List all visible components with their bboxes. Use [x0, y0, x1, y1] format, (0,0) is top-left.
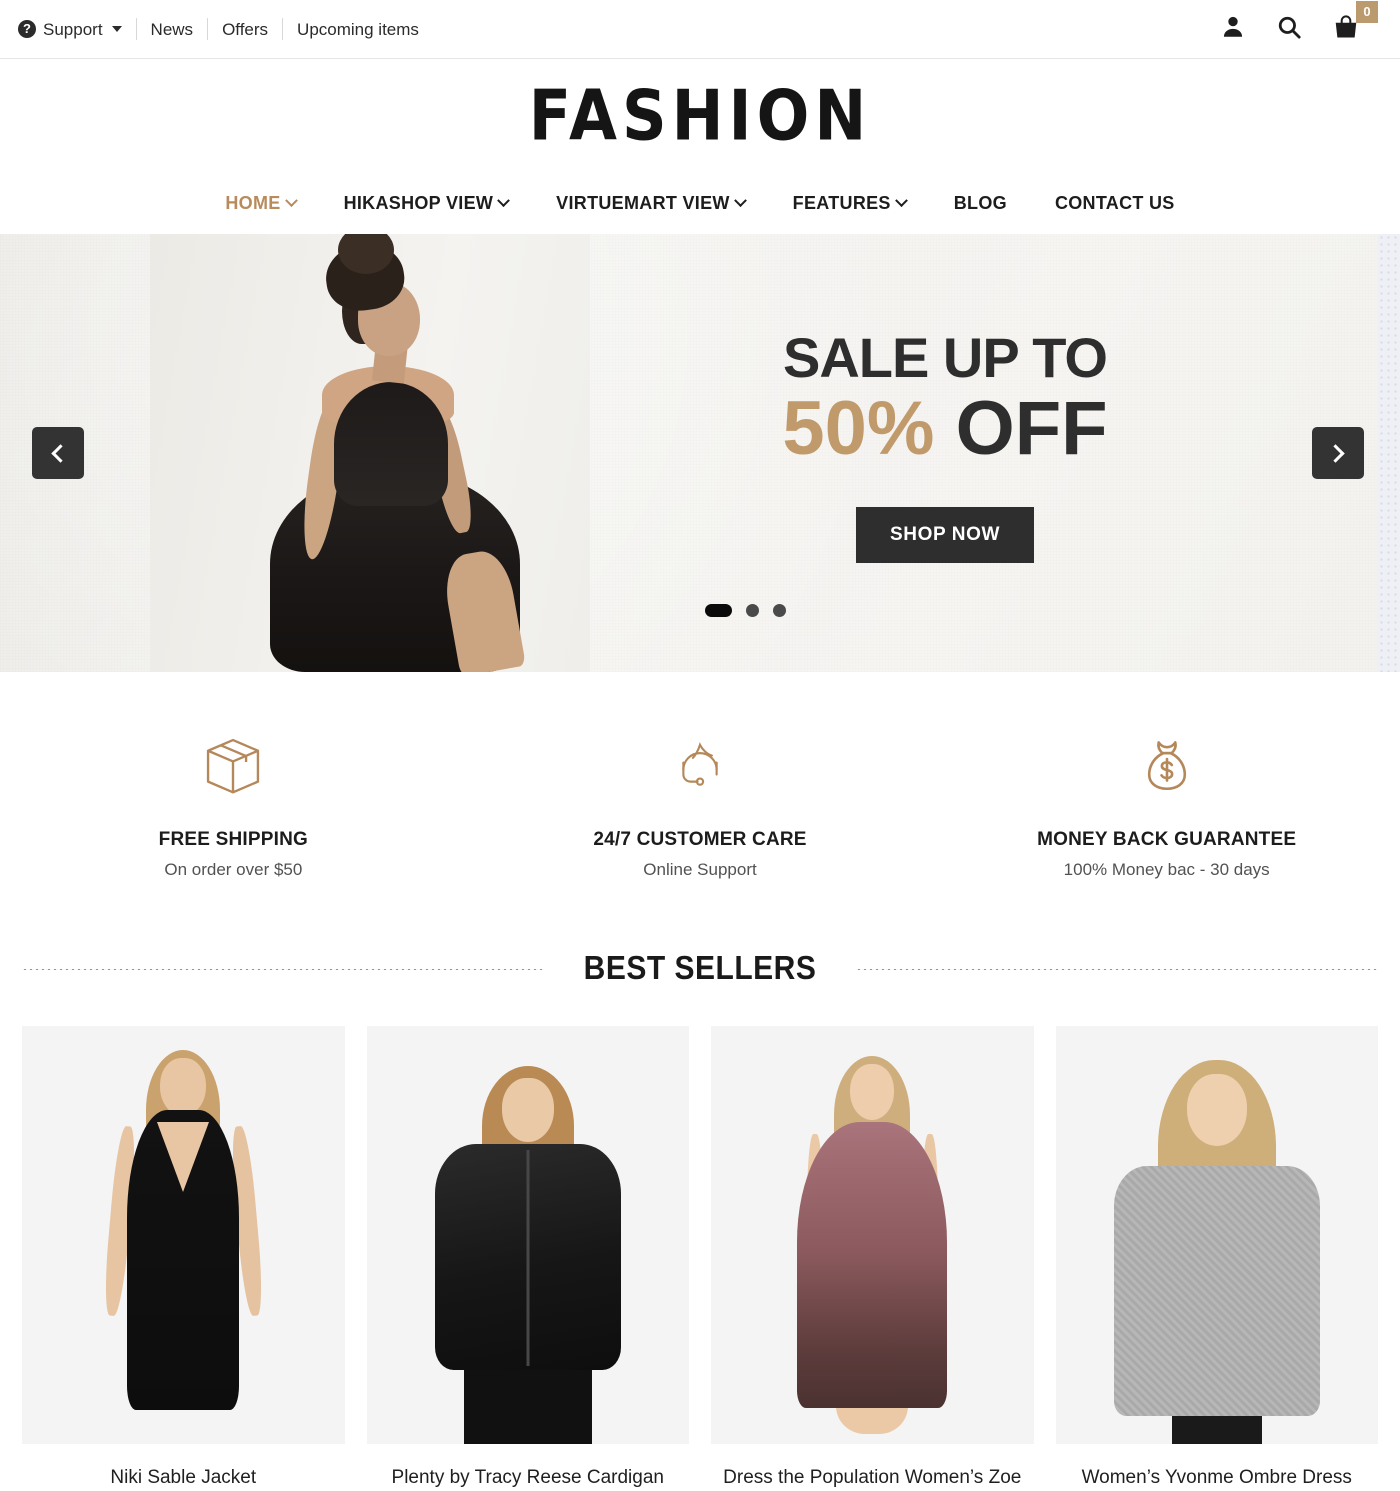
- top-link-label: Offers: [222, 19, 269, 39]
- service-subtitle: Online Support: [643, 860, 757, 879]
- divider-left: [22, 967, 544, 971]
- hero-carousel: SALE UP TO 50% OFF SHOP NOW: [0, 234, 1400, 672]
- product-name: Women’s Yvonme Ombre Dress: [1081, 1467, 1352, 1488]
- shopping-bag-icon[interactable]: 0: [1332, 0, 1378, 46]
- product-card[interactable]: Dress the Population Women’s Zoe: [711, 1026, 1034, 1491]
- service-free-shipping: FREE SHIPPING On order over $50: [0, 727, 467, 880]
- support-menu[interactable]: ? Support: [18, 20, 136, 38]
- product-name: Plenty by Tracy Reese Cardigan: [391, 1467, 664, 1488]
- top-link-label: News: [150, 19, 194, 39]
- chevron-right-icon: [1326, 443, 1345, 463]
- service-subtitle: On order over $50: [164, 860, 303, 879]
- service-title: FREE SHIPPING: [158, 829, 309, 850]
- chevron-down-icon: [497, 193, 511, 207]
- nav-item-label: BLOG: [953, 192, 1007, 213]
- search-icon[interactable]: [1276, 14, 1302, 45]
- nav-item-label: VIRTUEMART VIEW: [556, 192, 730, 213]
- question-circle-icon: ?: [18, 20, 36, 38]
- product-image[interactable]: [711, 1026, 1034, 1444]
- product-card[interactable]: Plenty by Tracy Reese Cardigan: [366, 1026, 689, 1491]
- money-bag-icon: [933, 727, 1400, 803]
- hero-headline-top: SALE UP TO: [782, 326, 1108, 389]
- service-money-back: MONEY BACK GUARANTEE 100% Money bac - 30…: [933, 727, 1400, 880]
- hero-off: OFF: [934, 386, 1108, 471]
- carousel-dot-3[interactable]: [772, 604, 786, 617]
- nav-item-hikashop-view[interactable]: HIKASHOP VIEW: [320, 193, 533, 214]
- hero-percent: 50%: [782, 386, 935, 471]
- site-logo-text: FASHION: [528, 74, 872, 157]
- hero-copy: SALE UP TO 50% OFF SHOP NOW: [745, 326, 1145, 564]
- chevron-down-icon: [284, 193, 298, 207]
- top-link-offers[interactable]: Offers: [208, 21, 282, 38]
- product-grid: Niki Sable Jacket Plenty by Tracy Reese …: [0, 1026, 1400, 1491]
- nav-item-home[interactable]: HOME: [201, 193, 319, 214]
- user-icon[interactable]: [1220, 14, 1246, 45]
- carousel-prev-button[interactable]: [32, 427, 84, 479]
- carousel-dot-2[interactable]: [745, 604, 759, 617]
- service-title: 24/7 CUSTOMER CARE: [593, 829, 807, 850]
- top-links: ? Support News Offers Upcoming items: [18, 18, 433, 40]
- section-header: BEST SELLERS: [0, 949, 1400, 987]
- carousel-next-button[interactable]: [1312, 427, 1364, 479]
- cart-count-badge: 0: [1356, 0, 1378, 23]
- hero-headline-main: 50% OFF: [745, 386, 1145, 471]
- support-label: Support: [43, 19, 103, 39]
- headset-icon: [467, 727, 934, 803]
- shop-now-button[interactable]: SHOP NOW: [855, 507, 1034, 564]
- service-customer-care: 24/7 CUSTOMER CARE Online Support: [467, 727, 934, 880]
- nav-item-blog[interactable]: BLOG: [930, 193, 1031, 214]
- box-icon: [0, 727, 467, 803]
- carousel-dots: [0, 604, 1400, 617]
- nav-item-label: FEATURES: [792, 192, 891, 213]
- site-logo[interactable]: FASHION: [0, 59, 1400, 172]
- best-sellers-section: BEST SELLERS Niki Sable Jacket Plenty by: [0, 949, 1400, 1491]
- chevron-down-icon: [733, 193, 747, 207]
- product-name: Dress the Population Women’s Zoe: [723, 1467, 1022, 1488]
- product-image[interactable]: [22, 1026, 345, 1444]
- top-icon-group: 0: [1220, 0, 1378, 46]
- product-card[interactable]: Niki Sable Jacket: [22, 1026, 345, 1491]
- divider-right: [856, 967, 1379, 971]
- chevron-left-icon: [51, 443, 70, 463]
- main-navigation: HOME HIKASHOP VIEW VIRTUEMART VIEW FEATU…: [0, 172, 1400, 234]
- service-features: FREE SHIPPING On order over $50 24/7 CUS…: [0, 672, 1400, 952]
- top-link-label: Upcoming items: [297, 19, 419, 39]
- section-title: BEST SELLERS: [583, 949, 817, 987]
- product-image[interactable]: [366, 1026, 689, 1444]
- nav-item-features[interactable]: FEATURES: [769, 193, 930, 214]
- nav-item-label: HOME: [225, 192, 281, 213]
- nav-item-virtuemart-view[interactable]: VIRTUEMART VIEW: [532, 193, 769, 214]
- nav-item-label: HIKASHOP VIEW: [343, 192, 494, 213]
- top-link-news[interactable]: News: [137, 21, 208, 38]
- top-utility-bar: ? Support News Offers Upcoming items 0: [0, 0, 1400, 59]
- chevron-down-icon: [111, 26, 122, 32]
- service-subtitle: 100% Money bac - 30 days: [1063, 860, 1270, 879]
- service-title: MONEY BACK GUARANTEE: [1037, 829, 1297, 850]
- chevron-down-icon: [894, 193, 908, 207]
- product-card[interactable]: Women’s Yvonme Ombre Dress: [1055, 1026, 1378, 1491]
- carousel-dot-1[interactable]: [704, 604, 732, 617]
- nav-item-contact-us[interactable]: CONTACT US: [1031, 193, 1199, 214]
- product-name: Niki Sable Jacket: [110, 1467, 257, 1488]
- nav-item-label: CONTACT US: [1054, 192, 1175, 213]
- product-image[interactable]: [1055, 1026, 1378, 1444]
- top-link-upcoming-items[interactable]: Upcoming items: [283, 21, 433, 38]
